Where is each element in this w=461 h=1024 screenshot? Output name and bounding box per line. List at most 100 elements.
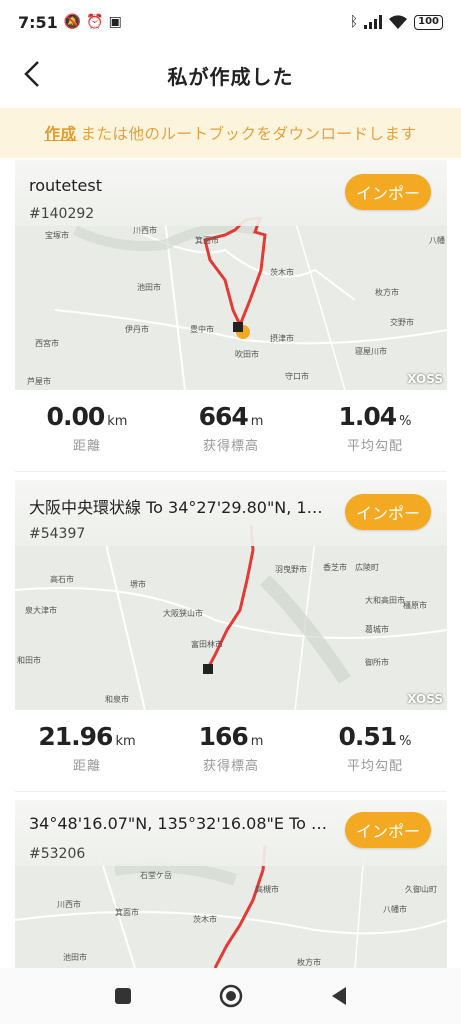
stat-unit: % [399, 414, 412, 429]
map-label: 伊丹市 [125, 324, 149, 334]
map-label: 高石市 [50, 574, 74, 584]
create-banner: 作成 または他のルートブックをダウンロードします [0, 108, 461, 158]
map-label: 箕面市 [195, 235, 219, 245]
alarm-icon: ⏰ [86, 14, 104, 30]
chevron-left-icon [24, 61, 39, 87]
route-name: 34°48'16.07"N, 135°32'16.08"E To 34... [29, 814, 329, 833]
triangle-back-icon [331, 987, 346, 1005]
banner-text: または他のルートブックをダウンロードします [80, 125, 417, 143]
map-label: 西宮市 [35, 338, 59, 348]
recents-button[interactable] [109, 982, 137, 1010]
stat-distance: 21.96 km 距離 [15, 712, 159, 791]
stat-unit: % [399, 734, 412, 749]
stat-elevation: 664 m 获得標高 [159, 392, 303, 471]
status-time: 7:51 [18, 12, 58, 32]
route-card[interactable]: 宝塚市 川西市 箕面市 茨木市 枚方市 八幡 交野市 池田市 伊丹市 豊中市 摂… [15, 160, 447, 390]
map-label: 枚方市 [297, 957, 321, 967]
map-label: 吹田市 [235, 349, 259, 359]
map-label: 八幡市 [383, 904, 407, 914]
signal-icon [364, 15, 383, 29]
map-label: 広陵町 [355, 562, 379, 572]
route-stats: 21.96 km 距離 166 m 获得標高 0.51% 平均勾配 [15, 712, 447, 792]
map-label: 川西市 [133, 225, 157, 235]
map-label: 茨木市 [270, 267, 294, 277]
stat-value: 21.96 [38, 722, 113, 751]
map-label: 川西市 [57, 899, 81, 909]
stat-label: 平均勾配 [346, 439, 403, 454]
route-id: #53206 [29, 846, 86, 862]
import-button[interactable]: インポー [345, 174, 431, 210]
home-circle-icon [219, 984, 242, 1008]
stat-label: 获得標高 [202, 759, 259, 774]
stat-unit: m [250, 734, 264, 749]
map-label: 箕面市 [115, 907, 139, 917]
stat-value: 0.00 [46, 402, 106, 431]
nfc-icon: ▣ [108, 14, 122, 30]
map-label: 羽曳野市 [275, 564, 307, 574]
map-label: 摂津市 [270, 333, 294, 343]
stat-value: 1.04 [338, 402, 397, 431]
status-bar: 7:51 🔕 ⏰ ▣ ᛒ 100 [0, 0, 461, 44]
map-label: 寝屋川市 [355, 346, 387, 356]
wifi-icon [389, 14, 408, 29]
home-button[interactable] [217, 982, 245, 1010]
battery-icon: 100 [414, 14, 443, 30]
map-label: 石堂ケ岳 [140, 870, 172, 880]
route-card[interactable]: 石堂ケ岳 高槻市 八幡市 久御山町 川西市 箕面市 茨木市 池田市 枚方市 34… [15, 800, 447, 968]
map-label: 八幡 [429, 235, 445, 245]
route-id: #54397 [29, 526, 86, 542]
map-label: 芦屋市 [27, 376, 51, 386]
create-link[interactable]: 作成 [44, 122, 76, 144]
map-label: 交野市 [390, 317, 414, 327]
stat-unit: km [107, 414, 128, 429]
back-nav-button[interactable] [325, 982, 353, 1010]
route-card[interactable]: 高石市 堺市 羽曳野市 香芝市 広陵町 泉大津市 大阪狭山市 大和高田市 橿原市… [15, 480, 447, 710]
route-stats: 0.00 km 距離 664 m 获得標高 1.04% 平均勾配 [15, 392, 447, 472]
import-button[interactable]: インポー [345, 812, 431, 848]
page-title: 私が作成した [167, 64, 294, 89]
stat-value: 0.51 [338, 722, 397, 751]
map-label: 大阪狭山市 [163, 608, 203, 618]
stat-grade: 1.04% 平均勾配 [303, 392, 447, 471]
notification-muted-icon: 🔕 [63, 14, 82, 30]
map-label: 宝塚市 [45, 230, 69, 240]
map-label: 御所市 [365, 657, 389, 667]
stat-label: 获得標高 [202, 439, 259, 454]
map-label: 豊中市 [190, 324, 214, 334]
stat-value: 664 [198, 402, 249, 431]
map-label: 泉大津市 [25, 605, 57, 615]
stat-grade: 0.51% 平均勾配 [303, 712, 447, 791]
map-label: 池田市 [137, 282, 161, 292]
map-label: 和泉市 [105, 694, 129, 704]
back-button[interactable] [14, 56, 50, 92]
map-label: 堺市 [130, 579, 146, 589]
map-label: 大和高田市 [365, 595, 405, 605]
stat-distance: 0.00 km 距離 [15, 392, 159, 471]
xoss-logo: XOSS [407, 372, 443, 386]
route-id: #140292 [29, 206, 95, 222]
stat-label: 平均勾配 [346, 759, 403, 774]
map-label: 池田市 [63, 952, 87, 962]
stat-value: 166 [198, 722, 249, 751]
map-label: 茨木市 [193, 914, 217, 924]
route-name: routetest [29, 176, 102, 195]
map-label: 富田林市 [191, 639, 223, 649]
map-label: 橿原市 [403, 600, 427, 610]
stat-label: 距離 [72, 439, 101, 454]
route-name: 大阪中央環状線 To 34°27'29.80"N, 13... [29, 498, 329, 517]
map-label: 香芝市 [323, 562, 347, 572]
stat-label: 距離 [72, 759, 101, 774]
stat-unit: km [115, 734, 136, 749]
xoss-logo: XOSS [407, 692, 443, 706]
map-label: 高槻市 [255, 884, 279, 894]
map-label: 枚方市 [375, 287, 399, 297]
import-button[interactable]: インポー [345, 494, 431, 530]
map-label: 久御山町 [405, 884, 437, 894]
system-nav-bar [0, 968, 461, 1024]
bluetooth-icon: ᛒ [349, 14, 359, 30]
map-label: 葛城市 [365, 624, 389, 634]
header: 私が作成した [0, 44, 461, 106]
stat-unit: m [250, 414, 264, 429]
map-label: 守口市 [285, 371, 309, 381]
map-label: 和田市 [17, 655, 41, 665]
